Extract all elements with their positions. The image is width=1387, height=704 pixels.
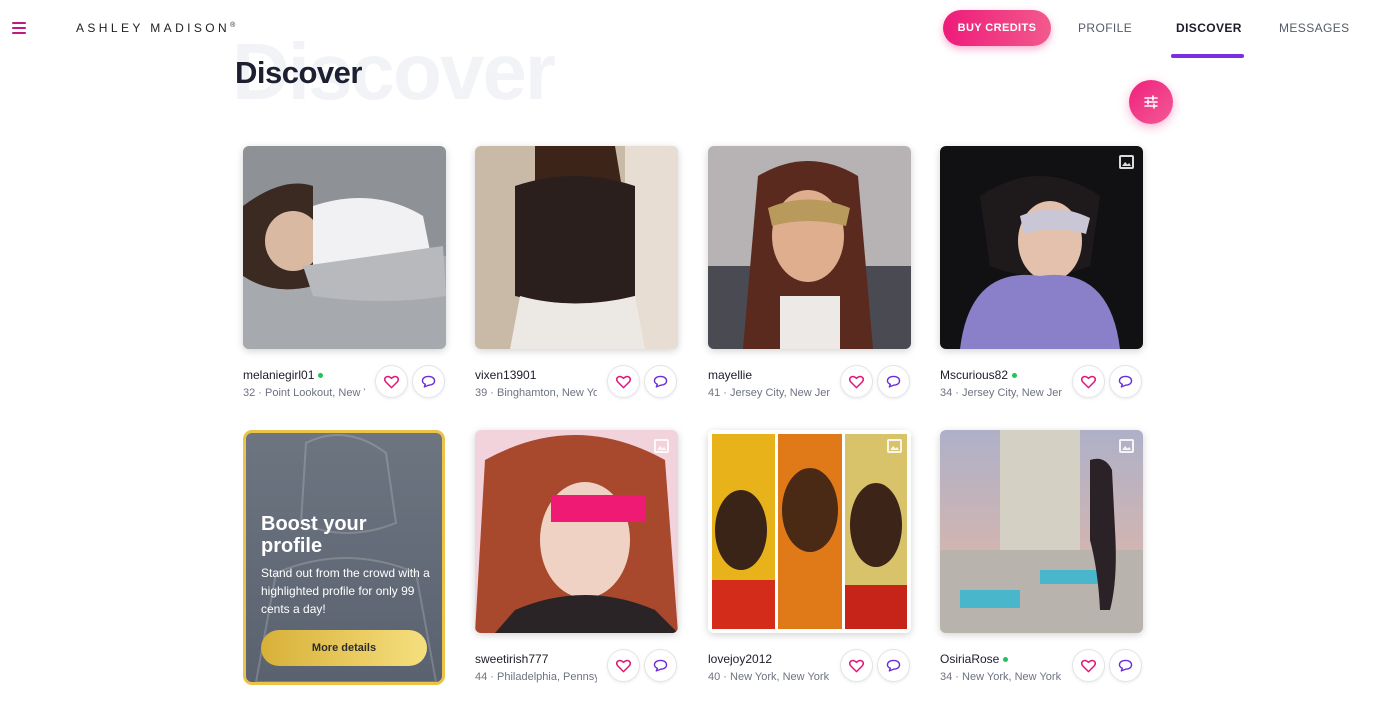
chat-bubble-icon: [653, 375, 668, 388]
profile-meta: 44 · Philadelphia, Pennsylvania: [475, 671, 597, 683]
heart-icon: [849, 375, 864, 388]
message-button[interactable]: [644, 649, 677, 682]
photo-gallery-icon: [654, 439, 669, 453]
profile-username[interactable]: Mscurious82: [940, 368, 1018, 382]
heart-icon: [849, 659, 864, 672]
chat-bubble-icon: [421, 375, 436, 388]
boost-promo-card: Boost your profile Stand out from the cr…: [243, 430, 445, 685]
promo-body: Stand out from the crowd with a highligh…: [261, 566, 430, 616]
chat-bubble-icon: [886, 659, 901, 672]
message-button[interactable]: [1109, 649, 1142, 682]
top-navigation: ASHLEY MADISON® BUY CREDITS PROFILE DISC…: [0, 0, 1387, 58]
filter-button[interactable]: [1129, 80, 1173, 124]
profile-photo[interactable]: [475, 430, 678, 633]
profile-photo[interactable]: [708, 430, 911, 633]
message-button[interactable]: [877, 649, 910, 682]
photo-gallery-icon: [1119, 439, 1134, 453]
profile-photo[interactable]: [940, 430, 1143, 633]
online-status-dot: [1012, 372, 1018, 378]
message-button[interactable]: [877, 365, 910, 398]
nav-messages[interactable]: MESSAGES: [1279, 21, 1350, 35]
profile-photo[interactable]: [940, 146, 1143, 349]
like-button[interactable]: [840, 649, 873, 682]
like-button[interactable]: [1072, 365, 1105, 398]
photo-gallery-icon: [1119, 155, 1134, 169]
profile-username[interactable]: mayellie: [708, 368, 752, 382]
heart-icon: [1081, 375, 1096, 388]
sliders-icon: [1144, 95, 1158, 109]
nav-profile[interactable]: PROFILE: [1078, 21, 1132, 35]
photo-gallery-icon: [887, 439, 902, 453]
profile-username[interactable]: lovejoy2012: [708, 652, 772, 666]
like-button[interactable]: [607, 365, 640, 398]
profile-meta: 34 · New York, New York: [940, 671, 1062, 683]
online-status-dot: [1003, 656, 1009, 662]
chat-bubble-icon: [653, 659, 668, 672]
profile-photo[interactable]: [243, 146, 446, 349]
page-title: Discover: [235, 55, 362, 90]
like-button[interactable]: [1072, 649, 1105, 682]
message-button[interactable]: [412, 365, 445, 398]
profile-meta: 41 · Jersey City, New Jersey: [708, 387, 830, 399]
like-button[interactable]: [375, 365, 408, 398]
chat-bubble-icon: [1118, 375, 1133, 388]
buy-credits-button[interactable]: BUY CREDITS: [943, 10, 1051, 46]
active-tab-indicator: [1171, 54, 1244, 58]
chat-bubble-icon: [1118, 659, 1133, 672]
heart-icon: [1081, 659, 1096, 672]
heart-icon: [616, 375, 631, 388]
profile-photo[interactable]: [708, 146, 911, 349]
hamburger-icon[interactable]: [12, 22, 26, 34]
brand-logo[interactable]: ASHLEY MADISON®: [76, 21, 235, 35]
profile-username[interactable]: melaniegirl01: [243, 368, 324, 382]
profile-username[interactable]: sweetirish777: [475, 652, 548, 666]
like-button[interactable]: [607, 649, 640, 682]
promo-heading: Boost your profile: [261, 513, 367, 557]
profile-username[interactable]: OsiriaRose: [940, 652, 1009, 666]
nav-discover[interactable]: DISCOVER: [1176, 21, 1242, 35]
message-button[interactable]: [1109, 365, 1142, 398]
profile-photo[interactable]: [475, 146, 678, 349]
like-button[interactable]: [840, 365, 873, 398]
profile-meta: 34 · Jersey City, New Jersey: [940, 387, 1062, 399]
profile-username[interactable]: vixen13901: [475, 368, 536, 382]
online-status-dot: [318, 372, 324, 378]
more-details-button[interactable]: More details: [261, 630, 427, 666]
message-button[interactable]: [644, 365, 677, 398]
heart-icon: [616, 659, 631, 672]
chat-bubble-icon: [886, 375, 901, 388]
profile-meta: 39 · Binghamton, New York: [475, 387, 597, 399]
heart-icon: [384, 375, 399, 388]
profile-meta: 32 · Point Lookout, New York: [243, 387, 365, 399]
profile-meta: 40 · New York, New York: [708, 671, 830, 683]
